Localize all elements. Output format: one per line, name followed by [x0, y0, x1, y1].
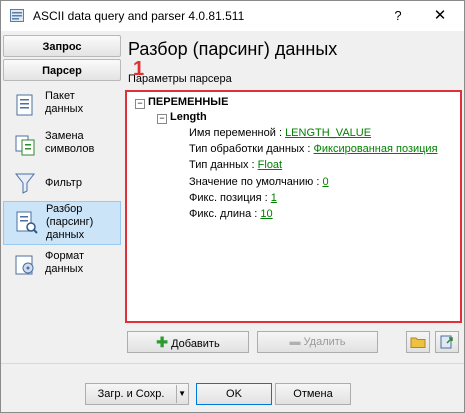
plus-icon: ✚	[156, 334, 169, 350]
minus-icon: ▬	[289, 336, 301, 348]
export-icon	[440, 335, 453, 349]
split-separator	[176, 385, 177, 403]
step-badge: 1	[133, 58, 145, 80]
footer-divider	[1, 363, 464, 364]
app-icon	[10, 9, 24, 22]
parser-icon	[16, 211, 38, 234]
add-button[interactable]: ✚ Добавить	[127, 331, 249, 353]
sidebar-item-label: Пакет данных	[45, 90, 84, 115]
sidebar-item-packet[interactable]: Пакет данных	[3, 85, 121, 129]
data-type-link[interactable]: Float	[258, 159, 282, 171]
app-window: ASCII data query and parser 4.0.81.511 ?…	[0, 0, 465, 413]
tree-variable-node[interactable]: Length	[170, 111, 207, 123]
packet-icon	[16, 94, 33, 116]
replace-icon	[15, 135, 35, 156]
nav-query-button[interactable]: Запрос	[3, 35, 121, 57]
ok-button[interactable]: OK	[196, 383, 272, 405]
delete-button[interactable]: ▬ Удалить	[257, 331, 378, 353]
tree-prop-data-type[interactable]: Тип данных : Float	[189, 159, 282, 171]
tree-root-variables[interactable]: ПЕРЕМЕННЫЕ	[148, 96, 228, 108]
parser-tree[interactable]: − ПЕРЕМЕННЫЕ − Length Имя переменной : L…	[125, 90, 462, 323]
window-title: ASCII data query and parser 4.0.81.511	[33, 9, 245, 23]
default-value-link[interactable]: 0	[322, 176, 328, 188]
nav-parser-button[interactable]: Парсер	[3, 59, 121, 81]
filter-icon	[14, 173, 36, 194]
sidebar-item-label: Замена символов	[45, 130, 95, 155]
tree-prop-fixed-length[interactable]: Фикс. длина : 10	[189, 208, 273, 220]
fixed-length-link[interactable]: 10	[260, 208, 272, 220]
title-bar: ASCII data query and parser 4.0.81.511 ?…	[1, 1, 464, 31]
processing-type-link[interactable]: Фиксированная позиция	[314, 143, 438, 155]
collapse-toggle-icon[interactable]: −	[157, 114, 167, 124]
tree-prop-name[interactable]: Имя переменной : LENGTH_VALUE	[189, 127, 371, 139]
sidebar-item-label: Фильтр	[45, 177, 82, 189]
help-button[interactable]: ?	[381, 5, 415, 27]
cancel-button[interactable]: Отмена	[275, 383, 351, 405]
collapse-toggle-icon[interactable]: −	[135, 99, 145, 109]
sidebar-item-format[interactable]: Формат данных	[3, 245, 121, 289]
close-button[interactable]: ✕	[419, 5, 461, 27]
folder-icon	[410, 337, 426, 348]
tree-prop-processing-type[interactable]: Тип обработки данных : Фиксированная поз…	[189, 143, 438, 155]
fixed-position-link[interactable]: 1	[271, 192, 277, 204]
load-save-dropdown-button[interactable]: Загр. и Сохр. ▼	[85, 383, 189, 405]
format-icon	[15, 255, 34, 275]
sidebar-item-label: Формат данных	[45, 250, 85, 275]
variable-name-link[interactable]: LENGTH_VALUE	[285, 127, 371, 139]
sidebar-item-label: Разбор (парсинг) данных	[46, 203, 94, 241]
tree-prop-fixed-position[interactable]: Фикс. позиция : 1	[189, 192, 277, 204]
save-export-button[interactable]	[435, 331, 459, 353]
open-folder-button[interactable]	[406, 331, 430, 353]
sidebar-item-parser[interactable]: Разбор (парсинг) данных	[3, 201, 121, 245]
dropdown-arrow-icon[interactable]: ▼	[178, 384, 186, 404]
tree-prop-default-value[interactable]: Значение по умолчанию : 0	[189, 176, 329, 188]
page-title: Разбор (парсинг) данных	[128, 39, 338, 59]
